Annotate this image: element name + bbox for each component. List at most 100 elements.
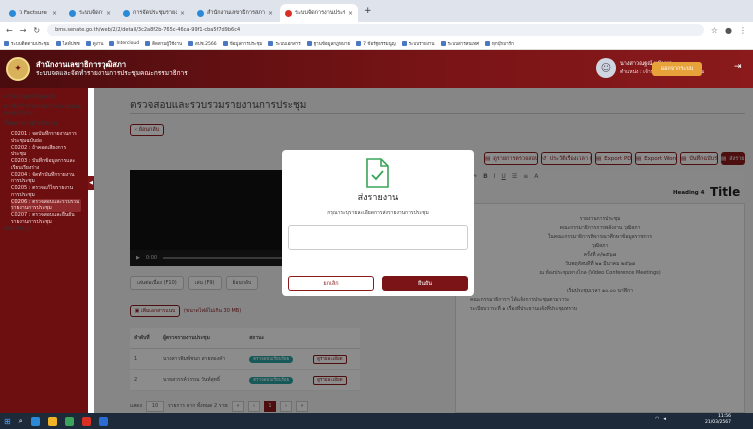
url-input[interactable]: bms.senate.go.th/web/2/2/detail/3c2a8f2b… xyxy=(47,24,704,36)
bookmark-icon xyxy=(484,41,490,46)
word-icon[interactable] xyxy=(98,416,108,426)
logout-button[interactable]: ออกจากระบบ xyxy=(652,62,702,76)
browser-tab[interactable]: ระบบจัดการงานสำนักงาน ส่วน...× xyxy=(64,4,116,22)
sidebar-item[interactable]: การควบคุมข้อมูลหลัก xyxy=(4,94,84,101)
tab-close-icon[interactable]: × xyxy=(180,10,185,17)
bookmark-label: 7 ข้อรัฐธรรมนูญ xyxy=(363,42,396,47)
clock: 11:56 21/03/2567 xyxy=(705,414,731,426)
browser-tab[interactable]: สำนักงานเลขาธิการสภาฯ × xyxy=(192,4,278,22)
modal-title: ส่งรายงาน xyxy=(357,193,399,203)
bookmark-icon xyxy=(4,41,9,46)
bookmark-icon xyxy=(109,41,115,46)
bookmark-item[interactable]: 7 ข้อรัฐธรรมนูญ xyxy=(356,40,396,47)
bookmark-icon xyxy=(145,41,151,46)
new-tab-icon[interactable]: + xyxy=(364,6,372,16)
bookmark-item[interactable]: ระบบติดตามประชุม xyxy=(4,40,50,47)
tab-favicon-icon xyxy=(123,9,130,17)
sidebar-item[interactable]: C0204 : จัดทำบันทึกรายงานการประชุม xyxy=(11,172,81,185)
modal-note-input[interactable] xyxy=(288,225,468,250)
bookmark-icon xyxy=(188,41,194,46)
org-name-line1: สำนักงานเลขาธิการวุฒิสภา xyxy=(36,60,127,69)
bookmark-label: สปช.2566 xyxy=(195,42,217,47)
bookmark-icon xyxy=(85,41,91,46)
bookmark-item[interactable]: ไลฟ์ปชช xyxy=(55,40,80,47)
bookmark-icon xyxy=(268,41,274,46)
browser-tab[interactable]: ว Factsure × xyxy=(4,4,62,22)
sidebar-item[interactable]: ขั้นตอนการดำเนินงาน xyxy=(4,121,84,128)
org-name-line2: ระบบจดและจัดทำรายงานการประชุมคณะกรรมาธิก… xyxy=(36,69,188,77)
tab-close-icon[interactable]: × xyxy=(106,10,111,17)
forward-arrow-icon[interactable]: → xyxy=(20,26,27,35)
tab-close-icon[interactable]: × xyxy=(52,10,57,17)
system-tray: ◠ ◂ xyxy=(655,416,666,422)
sidebar-item[interactable]: C0207 : ตรวจสอบและยืนยันรายงานการประชุม xyxy=(11,212,81,225)
browser-tab[interactable]: ระบบจัดการงานประชุม × xyxy=(280,4,358,22)
bookmark-icon xyxy=(401,41,407,46)
chrome-icon[interactable] xyxy=(64,416,74,426)
app-icon[interactable] xyxy=(81,416,91,426)
reload-icon[interactable]: ↻ xyxy=(33,26,40,35)
sidebar-item[interactable]: C0203 : บันทึกข้อมูลการและเรียบเรียงร่าง xyxy=(11,158,81,171)
sidebar-item[interactable]: จัดทำข้อมูล xyxy=(4,226,84,233)
bookmark-label: ไลฟ์ปชช xyxy=(62,42,80,47)
org-name: สำนักงานเลขาธิการวุฒิสภา ระบบจดและจัดทำร… xyxy=(36,60,188,78)
bookmark-icon xyxy=(55,41,61,46)
bookmark-icon xyxy=(356,41,362,46)
bookmark-label: ระบบสารสนเทศ xyxy=(447,42,479,47)
bookmark-item[interactable]: ทุกบุ๊กมาร์ก xyxy=(484,40,514,47)
bookmark-label: ติดตามผู้ใช้งาน xyxy=(152,42,183,47)
sidebar-item[interactable]: C0205 : ตรวจแก้ไขรายงานการประชุม xyxy=(11,185,81,198)
bookmark-label: ระบบรายงาน xyxy=(408,42,435,47)
bookmark-item[interactable]: สปช.2566 xyxy=(188,40,217,47)
bookmark-item[interactable]: ข้อมูลการประชุม xyxy=(222,40,263,47)
bookmark-item[interactable]: ระบบรายงาน xyxy=(401,40,435,47)
tab-close-icon[interactable]: × xyxy=(348,10,353,17)
tab-label: การจัดประชุมรายงานสำนักงาน xyxy=(133,10,177,16)
bookmark-label: ฐานข้อมูลกฎหมาย xyxy=(313,42,351,47)
bookmark-item[interactable]: Intercloud xyxy=(109,41,139,46)
sidebar-item[interactable]: C0201 : จดบันทึกรายงานการประชุมฉบับย่อ xyxy=(11,131,81,144)
clock-date: 21/03/2567 xyxy=(705,420,731,425)
sidebar-item[interactable]: การจัดทำรายงานการประชุมคณะกรรมาธิการ xyxy=(4,104,84,118)
tab-favicon-icon xyxy=(9,9,16,17)
bookmark-label: ระบบติดตามประชุม xyxy=(11,42,50,47)
modal-description: กรุณาระบุรายละเอียดการส่งรายงานการประชุม xyxy=(327,210,429,216)
bookmark-item[interactable]: ดูงาน xyxy=(85,40,104,47)
senate-logo: ✦ xyxy=(6,57,30,81)
volume-tray-icon[interactable]: ◂ xyxy=(663,416,666,422)
tab-label: ระบบจัดการงานสำนักงาน ส่วน... xyxy=(79,10,103,16)
network-icon[interactable]: ◠ xyxy=(655,416,659,422)
bookmark-item[interactable]: ฐานข้อมูลกฎหมาย xyxy=(306,40,351,47)
file-explorer-icon[interactable] xyxy=(47,416,57,426)
bookmark-star-icon[interactable]: ☆ xyxy=(711,26,718,35)
exit-icon[interactable]: ⇥ xyxy=(734,62,742,72)
bookmark-icon xyxy=(306,41,312,46)
confirm-button[interactable]: ยืนยัน xyxy=(382,276,468,291)
edge-icon[interactable] xyxy=(30,416,40,426)
os-taskbar: ⊞ ⌕ xyxy=(0,413,753,429)
profile-icon[interactable]: ● xyxy=(725,26,732,35)
windows-start-icon[interactable]: ⊞ xyxy=(4,417,11,426)
sidebar-item[interactable]: C0202 : ถ้าคอดเสียงการประชุม xyxy=(11,145,81,158)
back-arrow-icon[interactable]: ← xyxy=(6,26,13,35)
search-icon[interactable]: ⌕ xyxy=(19,417,23,426)
tab-close-icon[interactable]: × xyxy=(268,10,273,17)
bookmark-item[interactable]: ระบบเอกสาร xyxy=(268,40,301,47)
address-bar: ← → ↻ bms.senate.go.th/web/2/2/detail/3c… xyxy=(0,22,753,38)
tab-favicon-icon xyxy=(285,9,292,17)
browser-menu-icon[interactable]: ⋮ xyxy=(739,26,747,35)
browser-tab[interactable]: การจัดประชุมรายงานสำนักงาน× xyxy=(118,4,190,22)
bookmark-label: Intercloud xyxy=(116,41,140,46)
tab-label: ระบบจัดการงานประชุม xyxy=(295,10,345,16)
tab-favicon-icon xyxy=(69,9,76,17)
bookmark-icon xyxy=(440,41,446,46)
bookmark-label: ข้อมูลการประชุม xyxy=(229,42,263,47)
bookmark-label: ระบบเอกสาร xyxy=(275,42,301,47)
bookmark-item[interactable]: ระบบสารสนเทศ xyxy=(440,40,479,47)
bookmark-label: ดูงาน xyxy=(92,42,104,47)
bookmark-icon xyxy=(222,41,228,46)
cancel-button[interactable]: ยกเลิก xyxy=(288,276,374,291)
avatar: ☺ xyxy=(596,58,616,78)
sidebar-item[interactable]: C0206 : ตรวจสอบและรวบรวมรายงานการประชุม xyxy=(11,198,81,212)
bookmark-item[interactable]: ติดตามผู้ใช้งาน xyxy=(145,40,182,47)
